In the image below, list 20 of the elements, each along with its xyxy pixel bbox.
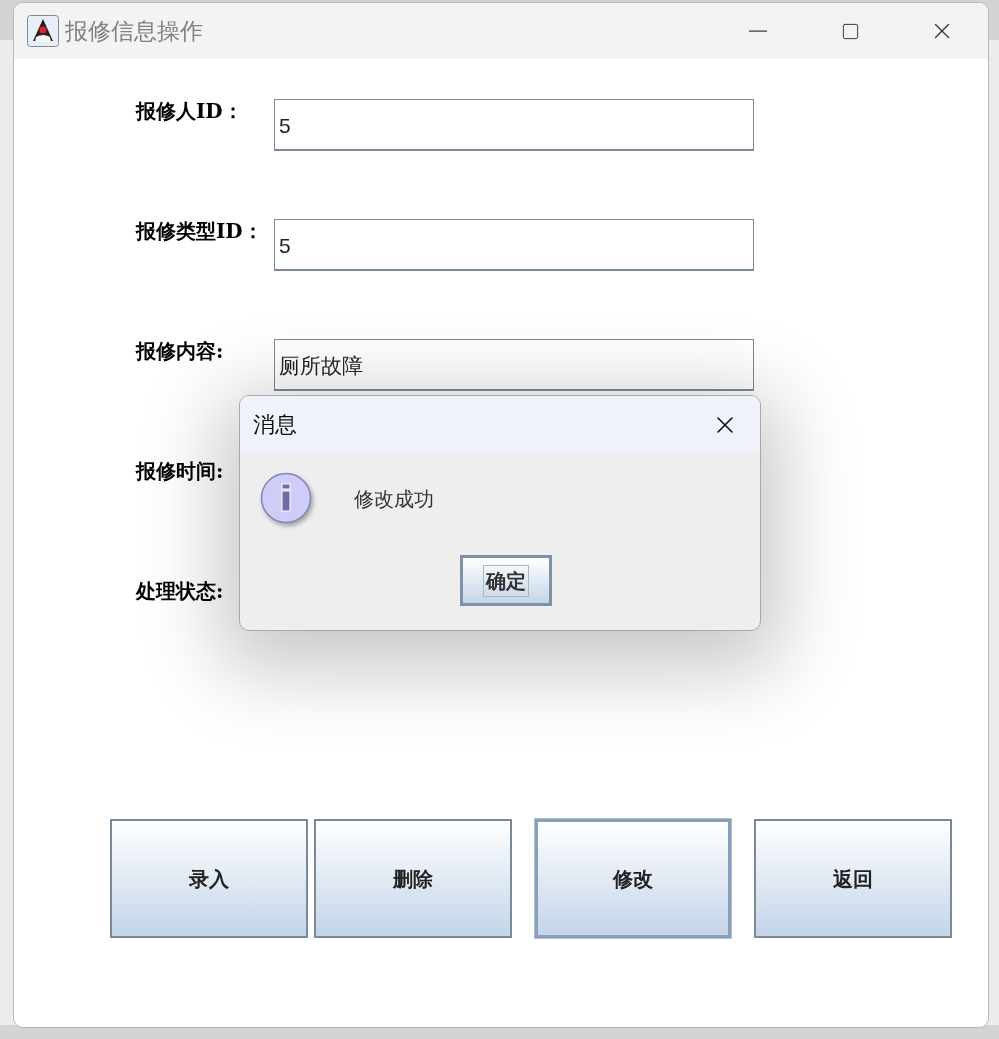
window-title: 报修信息操作 — [65, 16, 203, 46]
field-label: 报修类型ID： — [136, 219, 264, 245]
minimize-icon — [749, 30, 767, 32]
maximize-icon — [840, 21, 860, 41]
ok-button[interactable]: 确定 — [460, 555, 552, 606]
dialog-title: 消息 — [253, 411, 297, 439]
action-button[interactable]: 修改 — [535, 819, 731, 938]
info-icon — [260, 472, 313, 525]
field-label: 报修内容: — [136, 339, 225, 365]
field-label: 报修时间: — [136, 459, 225, 485]
field-label: 报修人ID： — [136, 99, 244, 125]
text-field[interactable]: 5 — [274, 99, 754, 151]
dialog-message: 修改成功 — [354, 485, 434, 513]
text-field[interactable]: 厕所故障 — [274, 339, 754, 391]
action-button[interactable]: 删除 — [314, 819, 512, 938]
action-button[interactable]: 录入 — [110, 819, 308, 938]
text-field[interactable]: 5 — [274, 219, 754, 271]
action-button[interactable]: 返回 — [754, 819, 952, 938]
app-icon — [27, 15, 59, 47]
field-label: 处理状态: — [136, 579, 225, 605]
